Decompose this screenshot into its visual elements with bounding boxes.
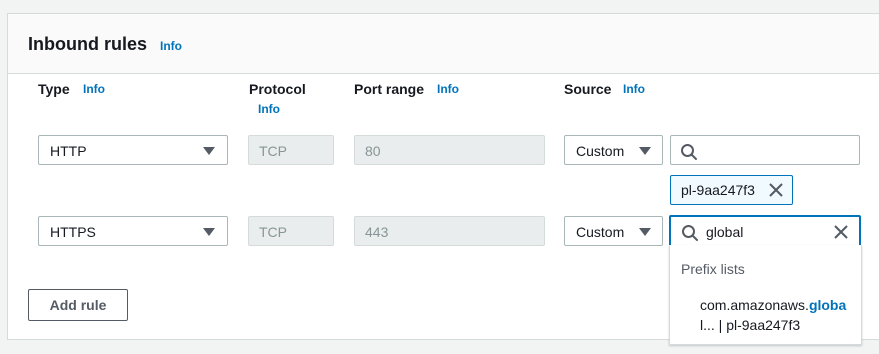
option-suffix: l... | pl-9aa247f3 — [700, 317, 801, 333]
rule-protocol-value: TCP — [259, 143, 287, 159]
token-label: pl-9aa247f3 — [681, 182, 755, 198]
source-search-input[interactable] — [670, 135, 860, 165]
rule-source-type-select[interactable]: Custom — [564, 135, 663, 165]
rule-port-range-field: 80 — [354, 135, 545, 165]
rule-type-value: HTTPS — [50, 224, 96, 240]
add-rule-button[interactable]: Add rule — [28, 289, 128, 321]
panel-info-link[interactable]: Info — [160, 39, 182, 53]
rule-port-range-value: 80 — [365, 143, 381, 159]
rule-protocol-field: TCP — [248, 135, 334, 165]
panel-header: Inbound rules Info — [8, 14, 879, 74]
source-search-input[interactable]: global — [669, 215, 861, 247]
rule-source-type-value: Custom — [576, 143, 625, 159]
prefix-list-dropdown: Prefix lists com.amazonaws.globa l... | p… — [669, 245, 862, 345]
chevron-down-icon — [639, 147, 651, 155]
search-icon — [682, 225, 698, 241]
panel-title: Inbound rules — [28, 34, 147, 54]
prefix-list-token: pl-9aa247f3 — [670, 175, 793, 205]
rule-port-range-value: 443 — [365, 224, 389, 240]
rule-source-type-value: Custom — [576, 224, 625, 240]
chevron-down-icon — [203, 228, 215, 236]
rule-type-select[interactable]: HTTP — [38, 135, 228, 165]
port-range-info-link[interactable]: Info — [437, 82, 459, 96]
close-icon[interactable] — [832, 223, 850, 241]
source-info-link[interactable]: Info — [623, 82, 645, 96]
search-icon — [681, 144, 697, 160]
column-header-port-range: Port range — [354, 81, 425, 97]
column-header-type: Type — [38, 81, 70, 97]
source-search-value: global — [706, 224, 744, 240]
rule-type-select[interactable]: HTTPS — [38, 216, 228, 246]
rule-source-type-select[interactable]: Custom — [564, 216, 663, 246]
dropdown-group-label: Prefix lists — [681, 261, 745, 277]
type-info-link[interactable]: Info — [83, 82, 105, 96]
rule-type-value: HTTP — [50, 143, 87, 159]
close-icon[interactable] — [768, 182, 784, 198]
chevron-down-icon — [639, 228, 651, 236]
rule-protocol-value: TCP — [259, 224, 287, 240]
rule-protocol-field: TCP — [248, 216, 334, 246]
column-header-source: Source — [564, 81, 612, 97]
chevron-down-icon — [203, 147, 215, 155]
dropdown-option[interactable]: com.amazonaws.globa l... | pl-9aa247f3 — [700, 295, 855, 335]
option-highlight: globa — [808, 297, 847, 313]
option-prefix: com.amazonaws. — [700, 297, 809, 313]
protocol-info-link[interactable]: Info — [258, 102, 280, 116]
rule-port-range-field: 443 — [354, 216, 545, 246]
column-header-protocol: Protocol — [249, 81, 306, 97]
